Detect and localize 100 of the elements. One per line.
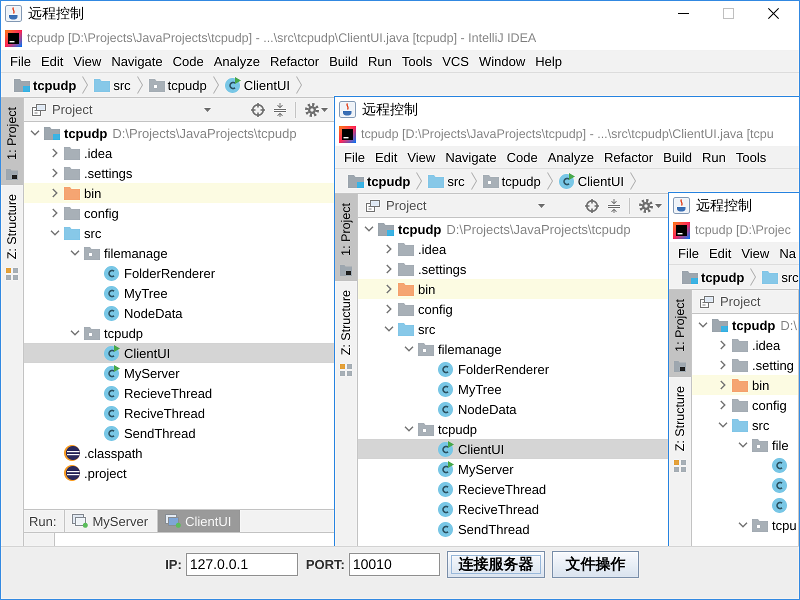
chevron-down-icon[interactable]: [404, 346, 414, 352]
chevron-right-icon[interactable]: [720, 360, 726, 370]
tree-item[interactable]: NodeData: [24, 303, 334, 323]
crosshair-icon[interactable]: [585, 198, 599, 212]
menu-item[interactable]: Navigate: [106, 54, 168, 68]
chevron-down-icon[interactable]: [30, 130, 40, 136]
menu-item[interactable]: Run: [697, 150, 731, 164]
tree-item[interactable]: src: [358, 319, 668, 339]
chevron-down-icon[interactable]: [404, 426, 414, 432]
tree-item[interactable]: .setting: [692, 355, 798, 375]
tree-item[interactable]: bin: [24, 183, 334, 203]
menu-item[interactable]: Refactor: [598, 150, 658, 164]
tree-item[interactable]: ReciveThread: [24, 403, 334, 423]
breadcrumb-item[interactable]: ClientUI: [558, 173, 624, 189]
chevron-right-icon[interactable]: [386, 304, 392, 314]
tree-item[interactable]: .classpath: [24, 443, 334, 463]
connect-button[interactable]: 连接服务器: [446, 550, 545, 578]
close-icon[interactable]: [768, 8, 779, 19]
tree-item[interactable]: SendThread: [24, 423, 334, 443]
gear-icon[interactable]: [305, 102, 319, 116]
menu-item[interactable]: Help: [530, 54, 567, 68]
chevron-right-icon[interactable]: [386, 244, 392, 254]
tool-window-tab[interactable]: Z: Structure: [335, 280, 357, 382]
chevron-down-icon[interactable]: [70, 250, 80, 256]
menu-item[interactable]: Na: [774, 246, 799, 260]
menu-item[interactable]: VCS: [437, 54, 474, 68]
breadcrumb-item[interactable]: ClientUI: [224, 77, 290, 93]
dropdown-caret-icon[interactable]: [204, 108, 211, 112]
chevron-right-icon[interactable]: [720, 380, 726, 390]
tree-item[interactable]: .project: [24, 463, 334, 483]
tree-item[interactable]: filemanage: [358, 339, 668, 359]
tree-item[interactable]: RecieveThread: [24, 383, 334, 403]
tree-item[interactable]: MyTree: [24, 283, 334, 303]
gear-icon[interactable]: [639, 198, 653, 212]
dropdown-caret-icon[interactable]: [655, 204, 662, 208]
dropdown-caret-icon[interactable]: [538, 204, 545, 208]
tree-item[interactable]: src: [692, 415, 798, 435]
chevron-right-icon[interactable]: [52, 168, 58, 178]
tree-item[interactable]: tcpudp D:\Projects\JavaProjects\tcpudp: [24, 123, 334, 143]
converging-arrows-icon[interactable]: [274, 102, 286, 116]
text-field[interactable]: 127.0.0.1: [186, 552, 298, 576]
menu-item[interactable]: Edit: [370, 150, 402, 164]
tree-item[interactable]: src: [24, 223, 334, 243]
menu-item[interactable]: Build: [324, 54, 364, 68]
tree-item[interactable]: tcpudp D:\: [692, 315, 798, 335]
view-selector[interactable]: Project: [32, 102, 251, 117]
breadcrumb-item[interactable]: tcpudp: [482, 174, 541, 188]
menu-item[interactable]: Tools: [730, 150, 772, 164]
tree-item[interactable]: ClientUI: [24, 343, 334, 363]
chevron-down-icon[interactable]: [738, 522, 748, 528]
menu-item[interactable]: Edit: [704, 246, 736, 260]
tree-item[interactable]: tcpudp: [24, 323, 334, 343]
chevron-down-icon[interactable]: [384, 326, 394, 332]
tree-item[interactable]: config: [358, 299, 668, 319]
view-selector[interactable]: Project: [366, 198, 585, 213]
dropdown-caret-icon[interactable]: [321, 108, 328, 112]
converging-arrows-icon[interactable]: [608, 198, 620, 212]
tool-window-tab[interactable]: Z: Structure: [1, 184, 23, 286]
tree-item[interactable]: filemanage: [24, 243, 334, 263]
breadcrumb-item[interactable]: tcpudp: [682, 270, 744, 284]
tree-item[interactable]: config: [692, 395, 798, 415]
menu-item[interactable]: View: [736, 246, 774, 260]
tree-item[interactable]: FolderRenderer: [24, 263, 334, 283]
tree-item[interactable]: RecieveThread: [358, 479, 668, 499]
chevron-down-icon[interactable]: [738, 442, 748, 448]
menu-item[interactable]: Build: [658, 150, 698, 164]
text-field[interactable]: 10010: [348, 552, 440, 576]
tree-item[interactable]: SendThread: [358, 519, 668, 539]
breadcrumb-item[interactable]: src: [428, 174, 465, 188]
tool-window-tab[interactable]: Z: Structure: [669, 376, 691, 478]
chevron-right-icon[interactable]: [52, 208, 58, 218]
tool-window-tab[interactable]: 1: Project: [1, 98, 23, 185]
chevron-right-icon[interactable]: [386, 284, 392, 294]
menu-item[interactable]: Tools: [396, 54, 438, 68]
chevron-down-icon[interactable]: [50, 230, 60, 236]
tree-item[interactable]: NodeData: [358, 399, 668, 419]
tree-item[interactable]: tcpu: [692, 515, 798, 535]
tree-item[interactable]: .idea: [692, 335, 798, 355]
tree-item[interactable]: tcpudp D:\Projects\JavaProjects\tcpudp: [358, 219, 668, 239]
breadcrumb-item[interactable]: tcpudp: [348, 174, 410, 188]
menu-item[interactable]: Code: [502, 150, 543, 164]
chevron-right-icon[interactable]: [386, 264, 392, 274]
menu-item[interactable]: Code: [168, 54, 209, 68]
breadcrumb-item[interactable]: tcpudp: [14, 78, 76, 92]
menu-item[interactable]: Analyze: [208, 54, 265, 68]
menu-item[interactable]: View: [402, 150, 440, 164]
menu-item[interactable]: Window: [474, 54, 530, 68]
chevron-down-icon[interactable]: [70, 330, 80, 336]
breadcrumb-item[interactable]: src: [94, 78, 131, 92]
tree-item[interactable]: MyServer: [24, 363, 334, 383]
chevron-right-icon[interactable]: [52, 188, 58, 198]
menu-item[interactable]: View: [68, 54, 106, 68]
tree-item[interactable]: .settings: [358, 259, 668, 279]
tree-item[interactable]: ClientUI: [358, 439, 668, 459]
file-operation-button[interactable]: 文件操作: [552, 550, 639, 578]
chevron-right-icon[interactable]: [52, 148, 58, 158]
tree-item[interactable]: MyTree: [358, 379, 668, 399]
tree-item[interactable]: FolderRenderer: [358, 359, 668, 379]
tree-item[interactable]: MyServer: [358, 459, 668, 479]
tree-item[interactable]: config: [24, 203, 334, 223]
